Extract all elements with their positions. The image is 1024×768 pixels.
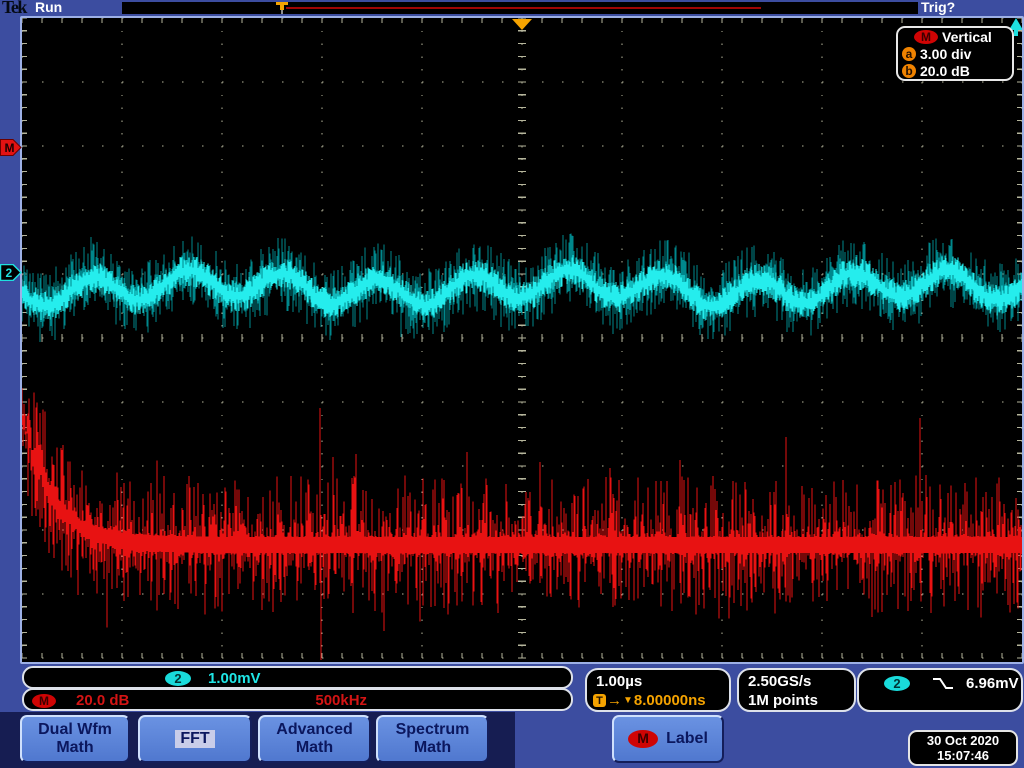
vertical-scale-divisions: 3.00 div	[920, 45, 972, 62]
button-label-line2: Math	[56, 739, 94, 756]
trigger-readout: 2 6.96mV	[857, 668, 1023, 712]
vertical-scale-db: 20.0 dB	[920, 62, 970, 79]
trigger-level-value: 6.96mV	[966, 675, 1019, 692]
arrow-right-icon: →	[607, 692, 622, 709]
trigger-delay-value: 8.00000ns	[633, 692, 706, 709]
datetime-display: 30 Oct 2020 15:07:46	[908, 730, 1018, 766]
advanced-math-button[interactable]: Advanced Math	[258, 715, 371, 763]
math-badge: M	[32, 693, 56, 708]
channel2-scale-value: 1.00mV	[208, 670, 261, 687]
graticule-and-waveforms	[22, 18, 1022, 661]
record-trigger-t-icon-stem	[280, 5, 284, 10]
channel2-badge: 2	[165, 671, 191, 686]
channel2-position-marker[interactable]: 2	[0, 264, 22, 281]
math-badge: M	[914, 29, 938, 44]
sample-rate-value: 2.50GS/s	[748, 673, 812, 690]
math-scale-value: 20.0 dB	[76, 692, 130, 709]
falling-edge-icon	[933, 678, 953, 689]
math-vertical-readout: M Vertical a 3.00 div b 20.0 dB	[896, 26, 1014, 81]
trigger-source-badge: 2	[884, 676, 910, 691]
math-marker-label: M	[5, 141, 15, 155]
knob-b-icon: b	[902, 63, 916, 78]
top-bar: Tek Run Trig?	[0, 0, 1024, 17]
trigger-marker-icon: ▼	[623, 695, 633, 706]
vertical-readout-title: Vertical	[942, 28, 992, 45]
trigger-t-icon: T	[593, 694, 606, 707]
horizontal-readout: 1.00µs T → ▼ 8.00000ns	[585, 668, 731, 712]
record-length-value: 1M points	[748, 692, 818, 709]
math-badge: M	[628, 730, 659, 748]
button-label-line2: Math	[413, 739, 452, 756]
label-button-text: Label	[666, 730, 708, 748]
time-value: 15:07:46	[936, 748, 990, 763]
math-span-value: 500kHz	[315, 692, 368, 709]
acquisition-readout: 2.50GS/s 1M points	[737, 668, 856, 712]
math-scale-readout: M 20.0 dB 500kHz	[22, 688, 573, 711]
math-reference-marker[interactable]: M	[0, 139, 22, 156]
waveform-record-view	[122, 2, 918, 14]
time-per-div: 1.00µs	[596, 673, 643, 690]
knob-a-icon: a	[902, 46, 916, 61]
trigger-status: Trig?	[921, 0, 956, 15]
date-value: 30 Oct 2020	[926, 733, 1000, 748]
trigger-position-marker[interactable]	[512, 19, 532, 30]
spectrum-math-button[interactable]: Spectrum Math	[376, 715, 489, 763]
button-label-line1: Advanced	[276, 721, 353, 739]
channel2-scale-readout: 2 1.00mV	[22, 666, 573, 689]
button-label-line1: Dual Wfm	[38, 721, 112, 739]
button-label-selected: FFT	[175, 730, 215, 748]
button-label-line2: Math	[295, 739, 334, 756]
record-extent-line	[286, 7, 761, 9]
channel2-marker-label: 2	[6, 266, 13, 280]
math-label-button[interactable]: M Label	[612, 715, 724, 763]
fft-button[interactable]: FFT	[138, 715, 252, 763]
acquisition-status: Run	[35, 0, 63, 15]
button-label-line1: Spectrum	[395, 721, 470, 739]
dual-wfm-math-button[interactable]: Dual Wfm Math	[20, 715, 130, 763]
